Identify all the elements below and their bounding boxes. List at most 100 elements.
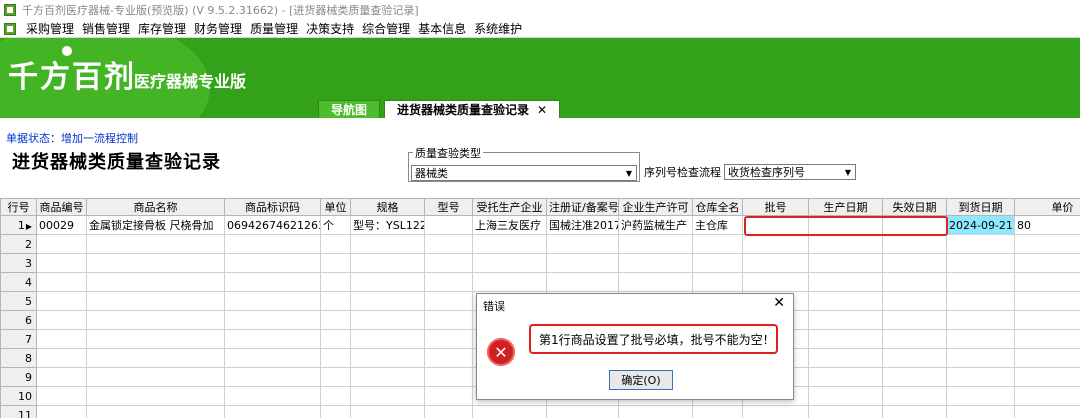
grid-cell[interactable] xyxy=(320,386,351,406)
grid-cell[interactable] xyxy=(946,386,1015,406)
grid-cell[interactable] xyxy=(350,310,425,330)
grid-cell[interactable] xyxy=(86,386,225,406)
grid-cell[interactable] xyxy=(882,310,947,330)
cell-price[interactable]: 80 xyxy=(1014,215,1080,235)
grid-cell[interactable] xyxy=(350,253,425,273)
grid-cell[interactable] xyxy=(36,405,87,418)
grid-cell[interactable] xyxy=(350,234,425,254)
grid-cell[interactable] xyxy=(86,253,225,273)
grid-cell[interactable] xyxy=(350,291,425,311)
grid-cell[interactable] xyxy=(882,386,947,406)
grid-cell[interactable] xyxy=(224,329,321,349)
col-header-arrival[interactable]: 到货日期 xyxy=(946,198,1015,216)
grid-cell[interactable] xyxy=(1014,234,1080,254)
grid-cell[interactable] xyxy=(472,405,547,418)
ok-button[interactable]: 确定(O) xyxy=(609,370,673,390)
grid-cell[interactable] xyxy=(350,386,425,406)
grid-cell[interactable] xyxy=(946,310,1015,330)
grid-cell[interactable] xyxy=(36,386,87,406)
cell-unit[interactable]: 个 xyxy=(320,215,351,235)
grid-cell[interactable] xyxy=(472,272,547,292)
grid-cell[interactable] xyxy=(320,367,351,387)
grid-cell[interactable] xyxy=(224,348,321,368)
grid-cell[interactable] xyxy=(946,405,1015,418)
row-number[interactable]: 6 xyxy=(0,310,37,330)
col-header-mfg-date[interactable]: 生产日期 xyxy=(808,198,883,216)
cell-mfg-date[interactable] xyxy=(808,215,883,235)
grid-cell[interactable] xyxy=(36,367,87,387)
col-header-code[interactable]: 商品编号 xyxy=(36,198,87,216)
grid-cell[interactable] xyxy=(36,291,87,311)
dropdown-arrow-icon[interactable]: ▼ xyxy=(841,165,855,179)
grid-cell[interactable] xyxy=(618,272,693,292)
grid-cell[interactable] xyxy=(86,234,225,254)
grid-cell[interactable] xyxy=(808,405,883,418)
grid-cell[interactable] xyxy=(224,291,321,311)
grid-cell[interactable] xyxy=(742,234,809,254)
menu-system[interactable]: 系统维护 xyxy=(470,20,526,37)
grid-cell[interactable] xyxy=(882,348,947,368)
grid-cell[interactable] xyxy=(742,253,809,273)
row-number[interactable]: 9 xyxy=(0,367,37,387)
grid-cell[interactable] xyxy=(350,405,425,418)
grid-cell[interactable] xyxy=(692,234,743,254)
grid-cell[interactable] xyxy=(808,386,883,406)
grid-cell[interactable] xyxy=(472,253,547,273)
grid-cell[interactable] xyxy=(424,348,473,368)
grid-cell[interactable] xyxy=(618,405,693,418)
grid-cell[interactable] xyxy=(86,291,225,311)
grid-cell[interactable] xyxy=(350,329,425,349)
grid-cell[interactable] xyxy=(808,348,883,368)
grid-cell[interactable] xyxy=(546,253,619,273)
col-header-maker[interactable]: 受托生产企业 xyxy=(472,198,547,216)
grid-cell[interactable] xyxy=(808,367,883,387)
grid-cell[interactable] xyxy=(946,329,1015,349)
grid-cell[interactable] xyxy=(1014,329,1080,349)
grid-cell[interactable] xyxy=(224,234,321,254)
row-number[interactable]: 10 xyxy=(0,386,37,406)
cell-maker[interactable]: 上海三友医疗 xyxy=(472,215,547,235)
grid-cell[interactable] xyxy=(946,253,1015,273)
col-header-model[interactable]: 型号 xyxy=(424,198,473,216)
grid-cell[interactable] xyxy=(350,348,425,368)
row-number[interactable]: 1▶ xyxy=(0,215,37,235)
cell-arrival[interactable]: 2024-09-21 xyxy=(946,215,1015,235)
menu-app-icon[interactable] xyxy=(4,22,16,35)
cell-batch[interactable] xyxy=(742,215,809,235)
grid-cell[interactable] xyxy=(742,405,809,418)
col-header-udi[interactable]: 商品标识码 xyxy=(224,198,321,216)
grid-cell[interactable] xyxy=(320,310,351,330)
row-number[interactable]: 3 xyxy=(0,253,37,273)
grid-cell[interactable] xyxy=(1014,272,1080,292)
col-header-reg[interactable]: 注册证/备案号 xyxy=(546,198,619,216)
grid-cell[interactable] xyxy=(882,253,947,273)
grid-cell[interactable] xyxy=(86,272,225,292)
col-header-spec[interactable]: 规格 xyxy=(350,198,425,216)
grid-cell[interactable] xyxy=(350,272,425,292)
grid-cell[interactable] xyxy=(320,253,351,273)
grid-cell[interactable] xyxy=(424,386,473,406)
table-row[interactable]: 3 xyxy=(0,253,1080,273)
cell-name[interactable]: 金属锁定接骨板 尺桡骨加 xyxy=(86,215,225,235)
grid-cell[interactable] xyxy=(1014,348,1080,368)
tab-navigation[interactable]: 导航图 xyxy=(318,100,381,118)
grid-cell[interactable] xyxy=(808,272,883,292)
grid-cell[interactable] xyxy=(808,234,883,254)
grid-cell[interactable] xyxy=(424,329,473,349)
doc-status[interactable]: 单据状态：增加一流程控制 xyxy=(6,130,138,146)
grid-cell[interactable] xyxy=(692,272,743,292)
grid-cell[interactable] xyxy=(224,367,321,387)
col-header-warehouse[interactable]: 仓库全名 xyxy=(692,198,743,216)
menu-basic-info[interactable]: 基本信息 xyxy=(414,20,470,37)
tab-close-icon[interactable]: ✕ xyxy=(537,103,547,117)
grid-cell[interactable] xyxy=(808,253,883,273)
grid-cell[interactable] xyxy=(546,405,619,418)
grid-cell[interactable] xyxy=(424,234,473,254)
table-row[interactable]: 4 xyxy=(0,272,1080,292)
grid-cell[interactable] xyxy=(224,386,321,406)
grid-cell[interactable] xyxy=(742,272,809,292)
tab-inspection-record[interactable]: 进货器械类质量查验记录 ✕ xyxy=(384,100,561,118)
menu-sales[interactable]: 销售管理 xyxy=(78,20,134,37)
grid-cell[interactable] xyxy=(1014,386,1080,406)
grid-cell[interactable] xyxy=(36,310,87,330)
